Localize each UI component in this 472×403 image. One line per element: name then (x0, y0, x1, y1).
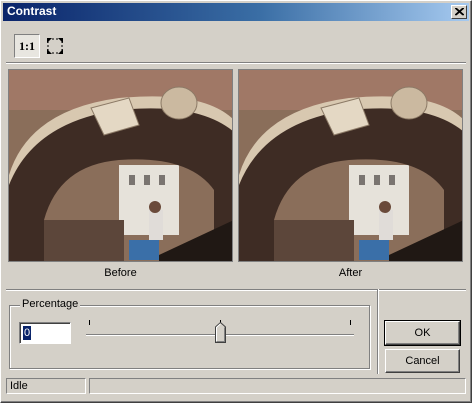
before-preview-image (8, 69, 233, 262)
title-bar[interactable]: Contrast (3, 3, 469, 21)
fit-to-window-icon (47, 38, 63, 54)
percentage-input[interactable]: 0 (19, 322, 71, 344)
status-panel-secondary (89, 378, 466, 394)
percentage-value: 0 (23, 326, 32, 340)
status-text: Idle (6, 378, 86, 394)
ok-button[interactable]: OK (384, 320, 461, 346)
cancel-button[interactable]: Cancel (385, 349, 460, 373)
percentage-slider-thumb[interactable] (215, 321, 226, 346)
slider-tick-min (89, 320, 90, 325)
after-preview-image (238, 69, 463, 262)
slider-tick-max (350, 320, 351, 325)
close-button[interactable] (451, 5, 467, 19)
preview-separator (6, 289, 466, 291)
toolbar-separator (6, 62, 466, 64)
slider-thumb-icon (215, 321, 226, 343)
close-icon (455, 8, 464, 16)
before-label: Before (104, 267, 137, 279)
buttons-separator (377, 289, 379, 374)
fit-to-window-button[interactable] (42, 34, 68, 58)
percentage-group-label: Percentage (20, 298, 81, 310)
after-label: After (338, 267, 363, 279)
dialog-title: Contrast (7, 4, 57, 18)
actual-size-button[interactable]: 1:1 (14, 34, 40, 58)
